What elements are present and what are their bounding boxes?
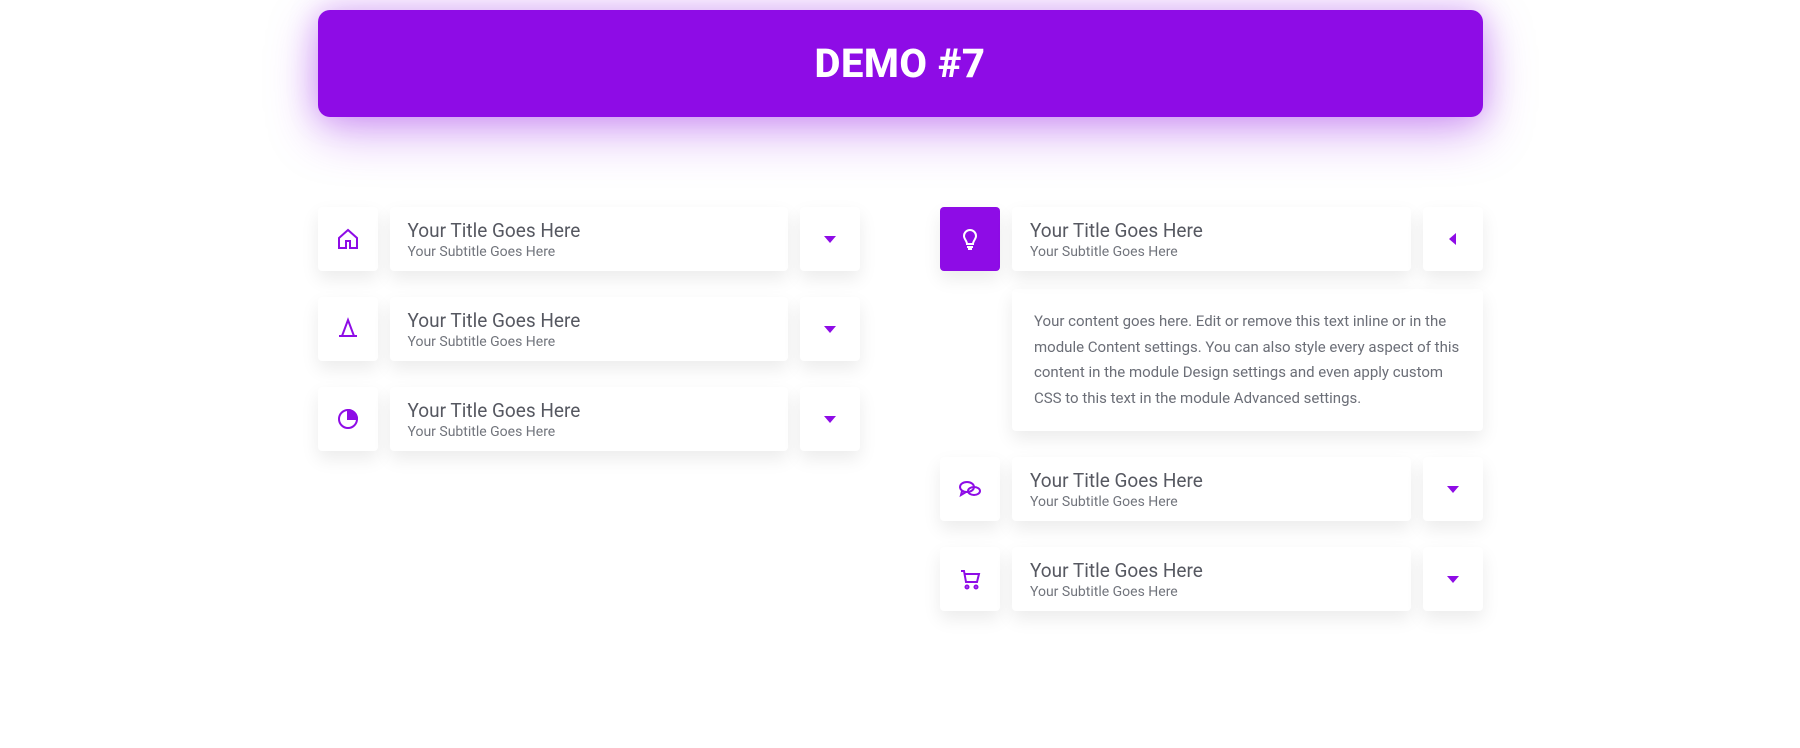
accordion-title: Your Title Goes Here (408, 399, 771, 422)
right-column: Your Title Goes Here Your Subtitle Goes … (940, 207, 1483, 611)
accordion-title: Your Title Goes Here (1030, 559, 1393, 582)
caret-down-icon (824, 416, 836, 423)
caret-down-icon (824, 236, 836, 243)
accordion-item: Your Title Goes Here Your Subtitle Goes … (318, 297, 861, 361)
accordion-item-open: Your Title Goes Here Your Subtitle Goes … (940, 207, 1483, 431)
accordion-subtitle: Your Subtitle Goes Here (408, 334, 771, 350)
demo-banner: DEMO #7 (318, 10, 1483, 117)
accordion-toggle[interactable] (1423, 207, 1483, 271)
caret-down-icon (824, 326, 836, 333)
accordion-title: Your Title Goes Here (408, 219, 771, 242)
chat-icon (958, 477, 982, 501)
accordion-toggle[interactable] (800, 387, 860, 451)
accordion-subtitle: Your Subtitle Goes Here (1030, 244, 1393, 260)
left-column: Your Title Goes Here Your Subtitle Goes … (318, 207, 861, 611)
caret-down-icon (1447, 576, 1459, 583)
accordion-item: Your Title Goes Here Your Subtitle Goes … (940, 547, 1483, 611)
accordion-header[interactable]: Your Title Goes Here Your Subtitle Goes … (1012, 457, 1411, 521)
cone-icon (336, 317, 360, 341)
caret-left-icon (1449, 233, 1456, 245)
accordion-columns: Your Title Goes Here Your Subtitle Goes … (318, 207, 1483, 611)
accordion-toggle[interactable] (800, 207, 860, 271)
accordion-header[interactable]: Your Title Goes Here Your Subtitle Goes … (1012, 207, 1411, 271)
accordion-subtitle: Your Subtitle Goes Here (1030, 494, 1393, 510)
accordion-item: Your Title Goes Here Your Subtitle Goes … (318, 387, 861, 451)
cart-icon-box (940, 547, 1000, 611)
cart-icon (958, 567, 982, 591)
chat-icon-box (940, 457, 1000, 521)
caret-down-icon (1447, 486, 1459, 493)
accordion-title: Your Title Goes Here (408, 309, 771, 332)
accordion-item: Your Title Goes Here Your Subtitle Goes … (318, 207, 861, 271)
accordion-content: Your content goes here. Edit or remove t… (1012, 289, 1483, 431)
bulb-icon-box (940, 207, 1000, 271)
pie-chart-icon (336, 407, 360, 431)
accordion-item: Your Title Goes Here Your Subtitle Goes … (940, 457, 1483, 521)
cone-icon-box (318, 297, 378, 361)
accordion-header[interactable]: Your Title Goes Here Your Subtitle Goes … (390, 387, 789, 451)
accordion-header[interactable]: Your Title Goes Here Your Subtitle Goes … (1012, 547, 1411, 611)
accordion-toggle[interactable] (800, 297, 860, 361)
home-icon-box (318, 207, 378, 271)
chart-icon-box (318, 387, 378, 451)
accordion-title: Your Title Goes Here (1030, 219, 1393, 242)
home-icon (336, 227, 360, 251)
accordion-header[interactable]: Your Title Goes Here Your Subtitle Goes … (390, 297, 789, 361)
accordion-title: Your Title Goes Here (1030, 469, 1393, 492)
accordion-subtitle: Your Subtitle Goes Here (1030, 584, 1393, 600)
accordion-toggle[interactable] (1423, 547, 1483, 611)
accordion-subtitle: Your Subtitle Goes Here (408, 244, 771, 260)
lightbulb-icon (958, 227, 982, 251)
accordion-header[interactable]: Your Title Goes Here Your Subtitle Goes … (390, 207, 789, 271)
accordion-subtitle: Your Subtitle Goes Here (408, 424, 771, 440)
demo-banner-title: DEMO #7 (338, 40, 1463, 87)
accordion-toggle[interactable] (1423, 457, 1483, 521)
